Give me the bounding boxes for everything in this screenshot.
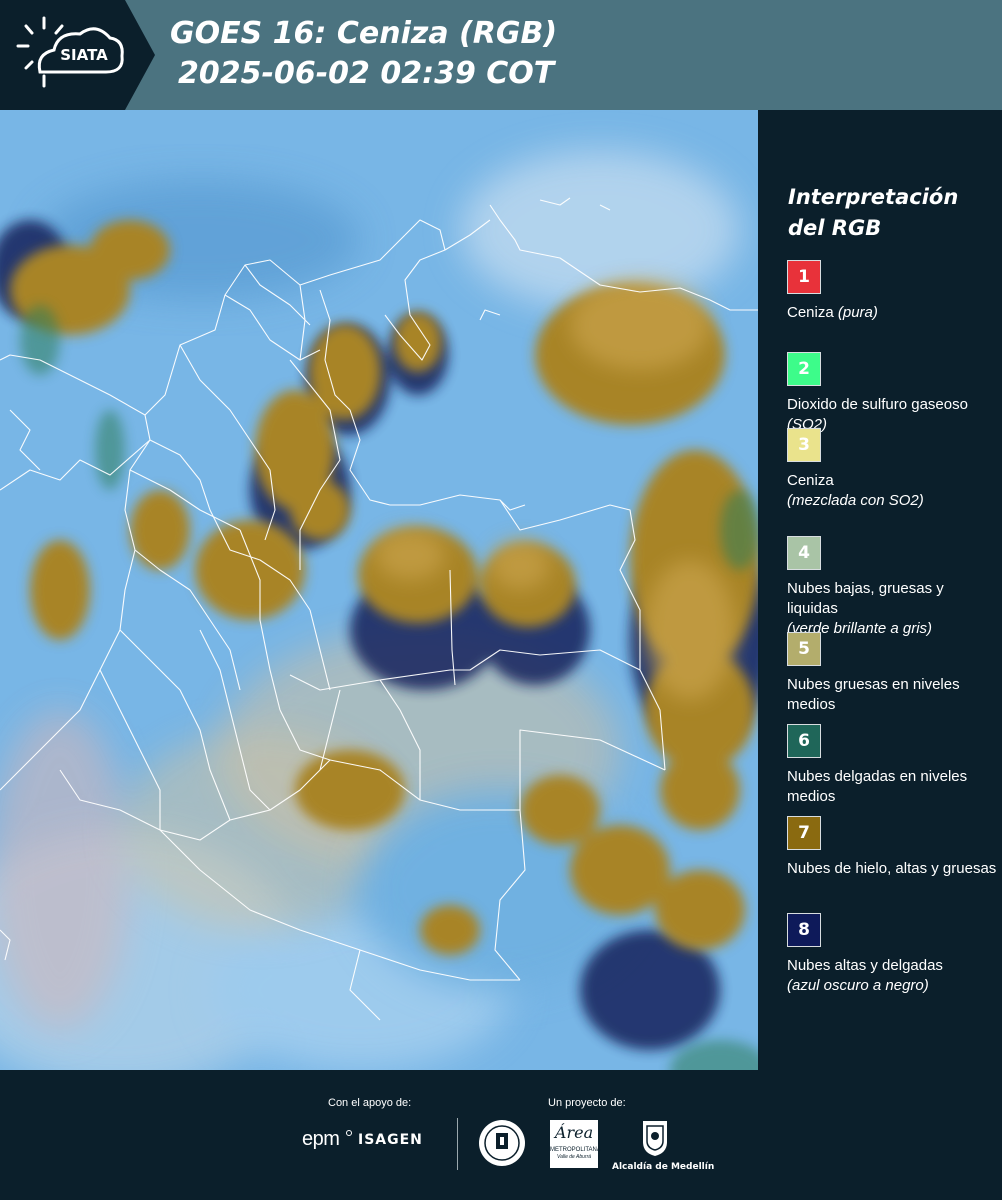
- legend-label: Ceniza (mezclada con SO2): [787, 471, 997, 511]
- area-logo-sub: METROPOLITANA: [550, 1147, 601, 1153]
- legend-item: 5 Nubes gruesas en niveles medios: [787, 632, 997, 715]
- legend-label: Nubes altas y delgadas (azul oscuro a neg…: [787, 956, 997, 996]
- isagen-logo[interactable]: ISAGEN: [358, 1132, 423, 1148]
- footer-divider: [457, 1118, 458, 1170]
- project-label: Un proyecto de:: [548, 1097, 626, 1109]
- legend-swatch: 3: [787, 428, 821, 462]
- footer: Con el apoyo de: Un proyecto de: epm ISA…: [0, 1070, 1002, 1200]
- satellite-map[interactable]: [0, 110, 758, 1070]
- legend-swatch: 7: [787, 816, 821, 850]
- legend-label-main: Nubes altas y delgadas: [787, 957, 943, 974]
- medellin-seal-icon[interactable]: [477, 1118, 527, 1168]
- siata-logo[interactable]: SIATA: [0, 0, 155, 110]
- registered-icon: [346, 1130, 352, 1136]
- legend-item: 3 Ceniza (mezclada con SO2): [787, 428, 997, 511]
- legend-label: Nubes delgadas en niveles medios: [787, 767, 997, 807]
- legend-item: 8 Nubes altas y delgadas (azul oscuro a ne…: [787, 913, 997, 996]
- header-bar: SIATA GOES 16: Ceniza (RGB) 2025-06-02 0…: [0, 0, 1002, 110]
- legend-label: Nubes gruesas en niveles medios: [787, 675, 997, 715]
- alcaldia-label: Alcaldía de Medellín: [612, 1162, 715, 1172]
- timestamp: 2025-06-02 02:39 COT: [178, 56, 555, 91]
- legend-label-main: Dioxido de sulfuro gaseoso: [787, 396, 968, 413]
- legend-title-line1: Interpretación: [788, 185, 959, 209]
- legend-label-main: Nubes gruesas en niveles medios: [787, 676, 960, 713]
- rgb-legend: Interpretación del RGB 1 Ceniza (pura) 2 Di…: [758, 110, 1002, 1070]
- legend-item: 2 Dioxido de sulfuro gaseoso (SO2): [787, 352, 997, 435]
- legend-label: Nubes de hielo, altas y gruesas: [787, 859, 997, 879]
- legend-title-line2: del RGB: [788, 216, 882, 240]
- legend-label-detail: (azul oscuro a negro): [787, 977, 929, 994]
- legend-swatch: 4: [787, 536, 821, 570]
- legend-label-main: Nubes delgadas en niveles medios: [787, 768, 968, 805]
- legend-label-detail: (mezclada con SO2): [787, 492, 924, 509]
- legend-swatch: 5: [787, 632, 821, 666]
- area-metropolitana-logo[interactable]: Área METROPOLITANA Valle de Aburrá: [550, 1120, 601, 1168]
- legend-swatch: 2: [787, 352, 821, 386]
- legend-label: Ceniza (pura): [787, 303, 997, 323]
- title-block: GOES 16: Ceniza (RGB) 2025-06-02 02:39 C…: [170, 14, 557, 94]
- legend-swatch: 6: [787, 724, 821, 758]
- legend-item: 1 Ceniza (pura): [787, 260, 997, 323]
- area-logo-sub2: Valle de Aburrá: [556, 1154, 592, 1160]
- legend-label: Nubes bajas, gruesas y liquidas (verde br…: [787, 579, 997, 639]
- page-title: GOES 16: Ceniza (RGB): [170, 16, 558, 51]
- support-label: Con el apoyo de:: [328, 1097, 412, 1109]
- epm-logo[interactable]: epm: [302, 1128, 340, 1151]
- legend-item: 4 Nubes bajas, gruesas y liquidas (verde b…: [787, 536, 997, 639]
- legend-title: Interpretación del RGB: [788, 182, 958, 244]
- legend-label-main: Nubes de hielo, altas y gruesas: [787, 860, 997, 877]
- siata-logo-text: SIATA: [60, 46, 108, 64]
- legend-item: 6 Nubes delgadas en niveles medios: [787, 724, 997, 807]
- legend-swatch: 1: [787, 260, 821, 294]
- legend-label-main: Ceniza: [787, 304, 838, 321]
- legend-label-main: Ceniza: [787, 472, 834, 489]
- alcaldia-shield-icon[interactable]: [640, 1118, 670, 1158]
- legend-swatch: 8: [787, 913, 821, 947]
- legend-item: 7 Nubes de hielo, altas y gruesas: [787, 816, 997, 879]
- legend-label-main: Nubes bajas, gruesas y liquidas: [787, 580, 944, 617]
- legend-label-detail: (pura): [837, 304, 878, 321]
- area-logo-text: Área: [554, 1123, 594, 1142]
